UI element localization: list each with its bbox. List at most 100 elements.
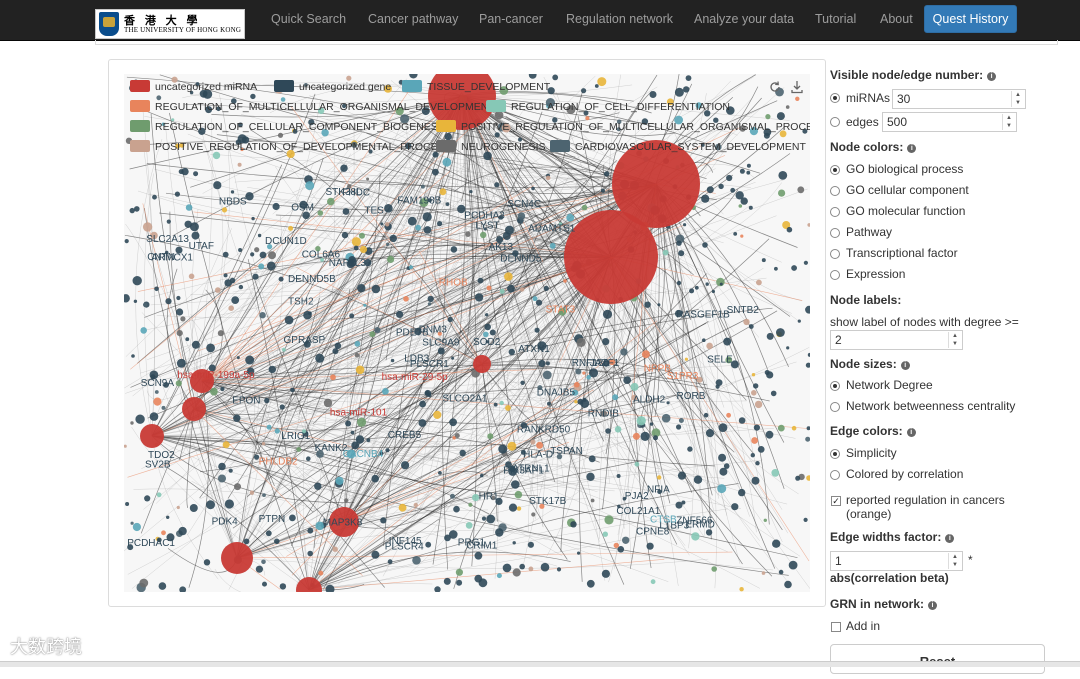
node-label: EPON <box>232 396 260 407</box>
degree-spinner-icon[interactable]: ▲ ▼ <box>948 332 961 348</box>
legend-label: uncategorized miRNA <box>155 81 257 93</box>
gene-node <box>409 265 413 270</box>
gene-node <box>570 521 577 528</box>
gene-node <box>786 346 790 350</box>
legend-label: uncategorized gene <box>299 81 391 93</box>
gene-node <box>288 225 294 231</box>
nav-about[interactable]: About <box>880 0 913 40</box>
node-color-radio-go-bp[interactable] <box>830 165 840 175</box>
reported-regulation-label-2: (orange) <box>846 507 892 521</box>
mirnas-radio[interactable] <box>830 93 840 103</box>
node-label: TES <box>364 206 384 217</box>
gene-node <box>784 580 792 589</box>
info-icon[interactable]: i <box>928 601 938 610</box>
gene-node <box>711 566 717 572</box>
gene-node <box>124 239 129 244</box>
edge-width-spinner-icon[interactable]: ▲ ▼ <box>948 553 961 569</box>
gene-node <box>443 577 451 585</box>
mirnas-spinner-icon[interactable]: ▲ ▼ <box>1011 91 1024 107</box>
node-label: SCN9A <box>141 378 175 389</box>
gene-node <box>694 285 699 290</box>
gene-node <box>662 249 669 256</box>
gene-node <box>640 431 650 441</box>
node-color-radio-go-cc[interactable] <box>830 186 840 196</box>
gene-node <box>131 354 135 358</box>
gene-node <box>641 350 650 359</box>
reported-regulation-checkbox[interactable]: ✓ <box>831 496 841 506</box>
gene-node <box>442 157 452 167</box>
nav-pan-cancer[interactable]: Pan-cancer <box>479 0 543 40</box>
gene-node <box>354 340 361 347</box>
node-size-radio-betweenness[interactable] <box>830 402 840 412</box>
nav-quest-history-button[interactable]: Quest History <box>924 5 1017 33</box>
info-icon[interactable]: i <box>945 534 955 543</box>
node-color-radio-tf[interactable] <box>830 249 840 259</box>
legend-swatch <box>550 140 570 152</box>
gene-node <box>130 421 134 425</box>
gene-node <box>594 84 599 88</box>
info-icon[interactable]: i <box>907 144 917 153</box>
gene-node <box>465 522 473 529</box>
gene-node <box>206 343 215 353</box>
nav-analyze-your-data[interactable]: Analyze your data <box>694 0 794 40</box>
edge-width-factor-input[interactable]: 1 ▲ ▼ <box>830 551 963 571</box>
mirnas-number-input[interactable]: 30 ▲ ▼ <box>892 89 1026 109</box>
gene-node <box>332 546 338 552</box>
node-label: SCN4C <box>507 199 541 210</box>
node-size-radio-degree[interactable] <box>830 381 840 391</box>
grn-heading: GRN in network: i <box>830 597 938 611</box>
nav-tutorial[interactable]: Tutorial <box>815 0 856 40</box>
edges-radio[interactable] <box>830 117 840 127</box>
edge-color-radio-simplicity[interactable] <box>830 449 840 459</box>
gene-node <box>718 183 724 190</box>
node-color-radio-go-mf[interactable] <box>830 207 840 217</box>
gene-node <box>683 223 687 227</box>
gene-node <box>387 255 395 263</box>
info-icon[interactable]: i <box>987 72 997 81</box>
node-color-radio-expression[interactable] <box>830 270 840 280</box>
info-icon[interactable]: i <box>906 428 916 437</box>
node-label: GPRASP <box>284 335 326 346</box>
gene-node <box>427 295 434 303</box>
edge-color-radio-correlation[interactable] <box>830 470 840 480</box>
refresh-icon[interactable] <box>768 80 782 94</box>
gene-node <box>765 114 771 120</box>
gene-node <box>776 328 785 337</box>
gene-node <box>432 168 439 176</box>
gene-node <box>666 401 670 405</box>
node-label: NBDS <box>219 197 247 208</box>
hku-logo[interactable]: 香 港 大 學 THE UNIVERSITY OF HONG KONG <box>95 9 245 39</box>
network-svg[interactable]: ATXN1JAZF1CREB5AK13LRIG1PCDHA3NAP1L3HR1P… <box>124 74 810 592</box>
node-color-option: Expression <box>846 267 906 281</box>
node-labels-heading: Node labels: <box>830 293 902 307</box>
edges-number-input[interactable]: 500 ▲ ▼ <box>882 112 1017 132</box>
node-label: CACNB4 <box>343 449 384 460</box>
gene-node <box>545 361 550 366</box>
nav-cancer-pathway[interactable]: Cancer pathway <box>368 0 458 40</box>
gene-node <box>130 521 134 525</box>
node-color-radio-pathway[interactable] <box>830 228 840 238</box>
gene-node <box>380 517 387 524</box>
node-label: SELE <box>707 355 733 366</box>
gene-node <box>223 273 228 278</box>
nav-quick-search[interactable]: Quick Search <box>271 0 346 40</box>
gene-node <box>412 556 421 565</box>
reset-button[interactable]: Reset <box>830 644 1045 674</box>
nav-regulation-network[interactable]: Regulation network <box>566 0 673 40</box>
download-icon[interactable] <box>790 80 804 94</box>
degree-threshold-input[interactable]: 2 ▲ ▼ <box>830 330 963 350</box>
network-graph-canvas[interactable]: ATXN1 JAZF1 CREB5 AK13 LRIG1 PCDHA3 NAP1L3 HR1 P… <box>124 74 810 592</box>
gene-node <box>340 164 348 172</box>
info-icon[interactable]: i <box>900 361 910 370</box>
gene-node <box>419 400 426 408</box>
grn-add-in-checkbox[interactable] <box>831 622 841 632</box>
node-label: S1PR3 <box>667 371 699 382</box>
gene-node <box>527 541 534 548</box>
gene-node <box>389 234 397 243</box>
edge-widths-heading: Edge widths factor: i <box>830 530 955 544</box>
gene-node <box>495 528 504 537</box>
edges-spinner-icon[interactable]: ▲ ▼ <box>1002 114 1015 130</box>
gene-node <box>307 527 314 534</box>
visible-number-heading: Visible node/edge number: i <box>830 68 997 82</box>
gene-node <box>317 210 324 216</box>
